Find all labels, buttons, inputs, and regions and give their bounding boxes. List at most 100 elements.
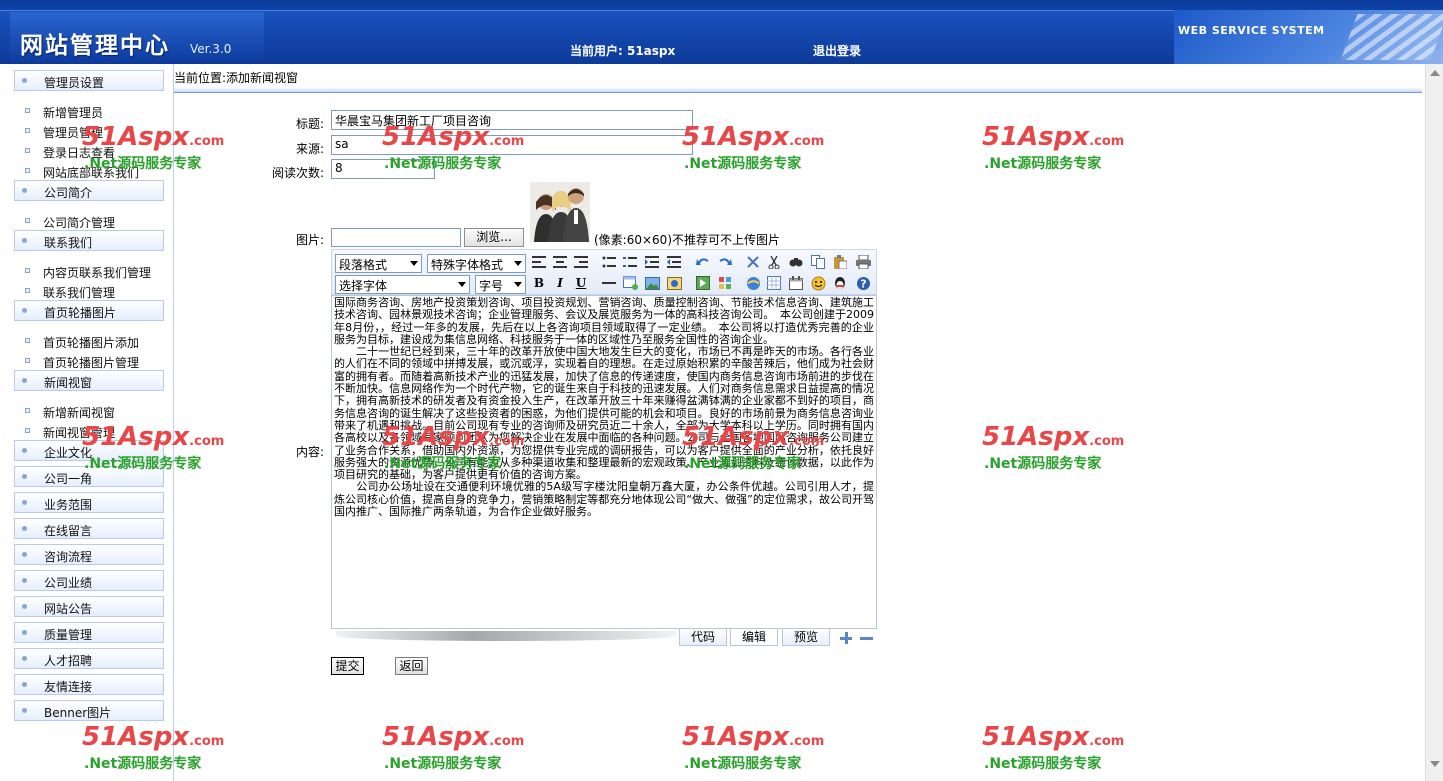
sidebar-category-label: 咨询流程 [44,550,93,564]
bullet-icon [22,378,27,383]
sidebar-category[interactable]: 质量管理 [14,622,164,643]
square-bullet-icon [25,108,30,113]
title-input[interactable]: 华晨宝马集团新工厂项目咨询 [331,110,693,130]
sidebar-category[interactable]: 网站公告 [14,596,164,617]
find-icon[interactable] [787,253,805,271]
sidebar-category[interactable]: 业务范围 [14,492,164,513]
tab-preview[interactable]: 预览 [782,629,830,646]
news-thumbnail [530,182,590,242]
square-bullet-icon [25,358,30,363]
watermark-slogan: .Net源码服务专家 [684,156,802,172]
bullet-icon [22,682,27,687]
vertical-scrollbar[interactable] [1425,64,1443,781]
watermark-logo: 51Aspx.com [982,422,1124,452]
numbered-list-icon[interactable] [621,253,639,271]
square-bullet-icon [25,338,30,343]
special-font-value: 特殊字体格式 [431,258,504,272]
sidebar-category[interactable]: 人才招聘 [14,648,164,669]
flash-icon[interactable] [694,274,712,292]
delete-icon[interactable] [744,253,762,271]
insert-media-icon[interactable] [665,274,683,292]
scroll-down-icon[interactable] [1430,761,1440,767]
copy-icon[interactable] [809,253,827,271]
bold-icon[interactable]: B [530,274,548,292]
outdent-icon[interactable] [665,253,683,271]
sidebar-category[interactable]: 企业文化 [14,440,164,461]
italic-icon[interactable]: I [551,274,569,292]
sidebar-category[interactable]: 在线留言 [14,518,164,539]
back-button[interactable]: 返回 [395,657,428,675]
undo-icon[interactable] [694,253,712,271]
watermark-slogan: .Net源码服务专家 [984,756,1102,772]
brand-text: WEB SERVICE SYSTEM [1178,24,1325,37]
bullet-icon [22,526,27,531]
qq-icon[interactable] [831,274,849,292]
enlarge-editor-icon[interactable] [840,632,852,644]
print-icon[interactable] [854,253,872,271]
special-font-select[interactable]: 特殊字体格式 [427,254,526,273]
insert-date-icon[interactable] [787,274,805,292]
redo-icon[interactable] [716,253,734,271]
insert-link-icon[interactable] [744,274,762,292]
watermark-domain: .com [189,134,225,149]
sidebar-category[interactable]: 公司简介 [14,180,164,201]
align-center-icon[interactable] [551,253,569,271]
indent-icon[interactable] [643,253,661,271]
content-editor[interactable]: 国际商务咨询、房地产投资策划咨询、项目投资规划、营销咨询、质量控制咨询、节能技术… [331,295,877,629]
sidebar-category-label: 新闻视窗 [44,376,93,390]
special-char-icon[interactable] [716,274,734,292]
content-label: 内容: [295,445,324,459]
align-right-icon[interactable] [572,253,590,271]
shrink-editor-icon[interactable] [860,637,873,640]
browse-button[interactable]: 浏览... [464,228,524,247]
square-bullet-icon [25,288,30,293]
sidebar-category[interactable]: 友情连接 [14,674,164,695]
bullet-icon [22,448,27,453]
views-input[interactable]: 8 [331,159,435,179]
tab-edit[interactable]: 编辑 [730,629,778,646]
sidebar: 管理员设置 新增管理员 管理员管理 登录日志查看 网站底部联系我们 公司简介 公司简介管理联… [0,64,174,781]
sidebar-category[interactable]: Benner图片 [14,700,164,721]
watermark-domain: .com [1089,134,1125,149]
watermark-domain: .com [189,434,225,449]
align-left-icon[interactable] [530,253,548,271]
source-label: 来源: [295,142,324,156]
sidebar-category[interactable]: 联系我们 [14,230,164,251]
watermark-domain: .com [1089,434,1125,449]
chevron-down-icon [458,282,466,287]
paste-icon[interactable] [831,253,849,271]
logout-link[interactable]: 退出登录 [813,42,861,59]
table-grid-icon[interactable] [765,274,783,292]
sidebar-category[interactable]: 首页轮播图片 [14,300,164,321]
insert-image-icon[interactable] [643,274,661,292]
sidebar-category[interactable]: 公司业绩 [14,570,164,591]
sidebar-category[interactable]: 公司一角 [14,466,164,487]
app-window: 网站管理中心 Ver.3.0 当前用户: 51aspx 退出登录 WEB SER… [0,0,1443,781]
insert-table-icon[interactable] [621,274,639,292]
editor-shadow [336,631,676,641]
submit-button[interactable]: 提交 [331,657,364,675]
title-label: 标题: [295,117,324,131]
cut-icon[interactable] [765,253,783,271]
watermark-domain: .com [489,734,525,749]
sidebar-category-label: 公司业绩 [44,576,93,590]
source-input[interactable]: sa [331,135,693,155]
help-icon[interactable]: ? [854,274,872,292]
bullet-icon [22,308,27,313]
font-size-select[interactable]: 字号 [475,275,526,294]
image-path-input[interactable] [331,228,461,247]
bullet-list-icon[interactable] [600,253,618,271]
sidebar-category[interactable]: 新闻视窗 [14,370,164,391]
paragraph-format-select[interactable]: 段落格式 [335,254,422,273]
sidebar-category[interactable]: 管理员设置 [14,70,164,91]
watermark-logo: 51Aspx.com [682,722,824,752]
underline-icon[interactable]: U [572,274,590,292]
content-paragraph-2: 二十一世纪已经到来，三十年的改革开放使中国大地发生巨大的变化，市场已不再是昨天的… [334,345,874,482]
emoticon-icon[interactable] [809,274,827,292]
scroll-up-icon[interactable] [1430,70,1440,76]
font-family-select[interactable]: 选择字体 [335,275,470,294]
tab-code[interactable]: 代码 [679,629,727,646]
sidebar-category[interactable]: 咨询流程 [14,544,164,565]
content-paragraph-1: 国际商务咨询、房地产投资策划咨询、项目投资规划、营销咨询、质量控制咨询、节能技术… [334,296,874,346]
horizontal-rule-icon[interactable] [600,274,618,292]
